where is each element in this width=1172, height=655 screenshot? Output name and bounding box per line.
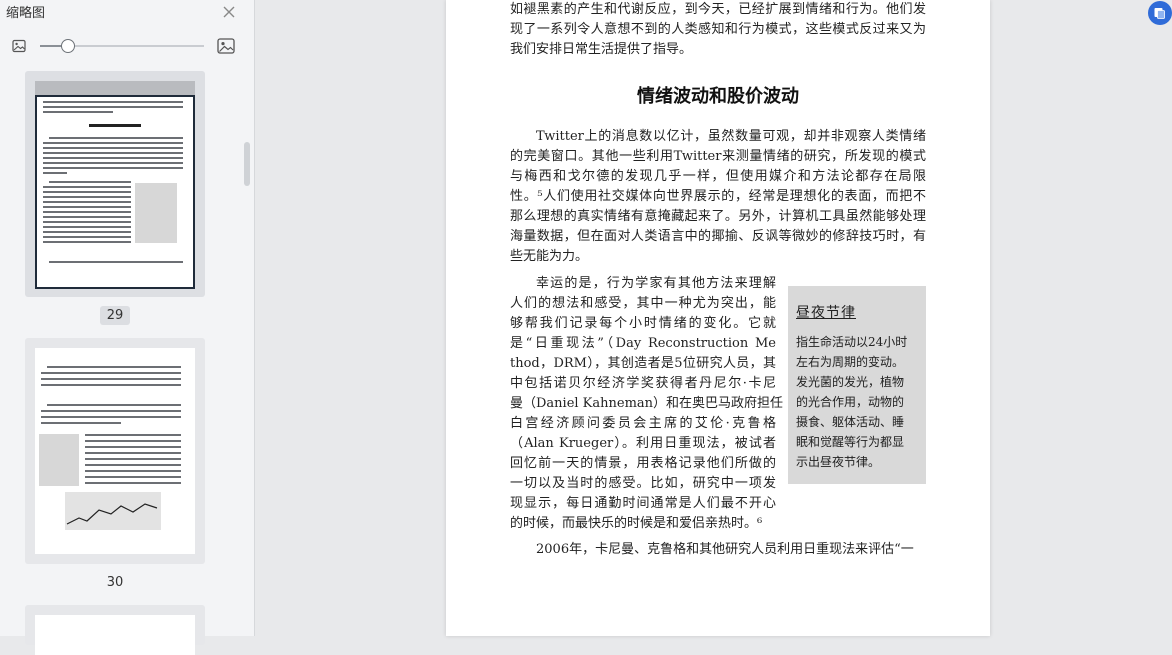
text-line: 白宫经济顾问委员会主席的艾伦·克鲁格 bbox=[510, 416, 776, 431]
text-line: 的时候，而最快乐的时候是和爱侣亲热时。⁶ bbox=[510, 516, 763, 531]
text-line: 曼（Daniel Kahneman）和在奥巴马政府担任 bbox=[510, 396, 784, 411]
text-line: 幸运的是，行为学家有其他方法来理解 bbox=[536, 276, 776, 291]
text-line: 中包括诺贝尔经济学奖获得者丹尼尔·卡尼 bbox=[510, 376, 776, 391]
text-line: 发光菌的发光，植物 bbox=[796, 375, 905, 389]
image-large-icon[interactable] bbox=[217, 37, 235, 55]
thumbnail-header-strip bbox=[35, 81, 195, 95]
thumbnail-page-number: 29 bbox=[100, 306, 130, 325]
text-line: 现了一系列令人意想不到的人类感知和行为模式，这些模式反过来又为 bbox=[510, 22, 926, 37]
sidebar-scrollbar[interactable] bbox=[244, 142, 250, 186]
document-page: 如褪黑素的产生和代谢反应，到今天，已经扩展到情绪和行为。他们发 现了一系列令人意… bbox=[446, 0, 990, 636]
text-line: （Alan Krueger）。利用日重现法，被试者 bbox=[510, 436, 776, 451]
thumbnail-page-image bbox=[35, 348, 195, 554]
paragraph-top: 如褪黑素的产生和代谢反应，到今天，已经扩展到情绪和行为。他们发 现了一系列令人意… bbox=[510, 0, 926, 60]
text-line: 左右为周期的变动。 bbox=[796, 355, 905, 369]
text-line: Twitter上的消息数以亿计，虽然数量可观，却并非观察人类情绪 bbox=[536, 129, 926, 144]
text-line: 的完美窗口。其他一些利用Twitter来测量情绪的研究，所发现的模式 bbox=[510, 149, 926, 164]
thumbnail-page-number: 30 bbox=[106, 575, 124, 590]
thumbnail-page-29[interactable] bbox=[25, 71, 205, 297]
text-line: 示出昼夜节律。 bbox=[796, 455, 881, 469]
close-icon[interactable] bbox=[221, 4, 237, 20]
thumbnail-page-image bbox=[35, 95, 195, 289]
section-heading: 情绪波动和股价波动 bbox=[637, 86, 799, 107]
thumbnail-chart bbox=[65, 492, 161, 530]
slider-knob[interactable] bbox=[61, 39, 75, 53]
text-line: 性。⁵人们使用社交媒体向世界展示的，经常是理想化的表面，而把不 bbox=[510, 189, 926, 204]
thumbnail-toolbar bbox=[0, 34, 254, 58]
translate-app-icon[interactable] bbox=[1147, 0, 1172, 26]
paragraph-drm: 幸运的是，行为学家有其他方法来理解 人们的想法和感受，其中一种尤为突出，能 够帮… bbox=[510, 274, 784, 534]
thumbnail-zoom-slider[interactable] bbox=[40, 38, 204, 54]
text-line: 指生命活动以24小时 bbox=[796, 335, 908, 349]
text-line: 眠和觉醒等行为都显 bbox=[796, 435, 905, 449]
text-line: 些无能为力。 bbox=[510, 249, 589, 264]
text-line: 如褪黑素的产生和代谢反应，到今天，已经扩展到情绪和行为。他们发 bbox=[510, 2, 926, 17]
thumbnail-sidebar: 缩略图 29 30 bbox=[0, 0, 255, 655]
image-small-icon[interactable] bbox=[12, 39, 26, 53]
text-line: 海量数据，但在面对人类语言中的揶揄、反讽等微妙的修辞技巧时，有 bbox=[510, 229, 926, 244]
sidebox-body: 指生命活动以24小时 左右为周期的变动。 发光菌的发光，植物 的光合作用，动物的… bbox=[796, 332, 920, 472]
sidebar-title: 缩略图 bbox=[6, 6, 46, 21]
text-line: 人们的想法和感受，其中一种尤为突出，能 bbox=[510, 296, 776, 311]
text-line: 那么理想的真实情绪有意掩藏起来了。另外，计算机工具虽然能够处理 bbox=[510, 209, 926, 224]
circadian-sidebox: 昼夜节律 指生命活动以24小时 左右为周期的变动。 发光菌的发光，植物 的光合作… bbox=[788, 286, 926, 484]
text-line: 2006年，卡尼曼、克鲁格和其他研究人员利用日重现法来评估“一 bbox=[536, 542, 914, 557]
text-line: 回忆前一天的情景，用表格记录他们所做的 bbox=[510, 456, 776, 471]
thumbnail-page-image bbox=[35, 615, 195, 655]
paragraph-2006: 2006年，卡尼曼、克鲁格和其他研究人员利用日重现法来评估“一 bbox=[510, 540, 930, 560]
thumbnail-page-30[interactable] bbox=[25, 338, 205, 564]
sidebox-title: 昼夜节律 bbox=[796, 305, 856, 321]
text-line: 够帮我们记录每个小时情绪的变化。它就 bbox=[510, 316, 776, 331]
text-line: thod，DRM），其创造者是5位研究人员，其 bbox=[510, 356, 776, 371]
paragraph-twitter: Twitter上的消息数以亿计，虽然数量可观，却并非观察人类情绪 的完美窗口。其… bbox=[510, 127, 926, 267]
text-line: 是“日重现法”（Day Reconstruction Me bbox=[510, 336, 776, 351]
text-line: 一切以及当时的感受。比如，研究中一项发 bbox=[510, 476, 776, 491]
text-line: 现显示，每日通勤时间通常是人们最不开心 bbox=[510, 496, 776, 511]
thumbnail-page-31[interactable] bbox=[25, 605, 205, 655]
text-line: 我们安排日常生活提供了指导。 bbox=[510, 42, 693, 57]
text-line: 摄食、躯体活动、睡 bbox=[796, 415, 905, 429]
text-line: 与梅西和戈尔德的发现几乎一样，但使用媒介和方法论都存在局限 bbox=[510, 169, 926, 184]
text-line: 的光合作用，动物的 bbox=[796, 395, 905, 409]
